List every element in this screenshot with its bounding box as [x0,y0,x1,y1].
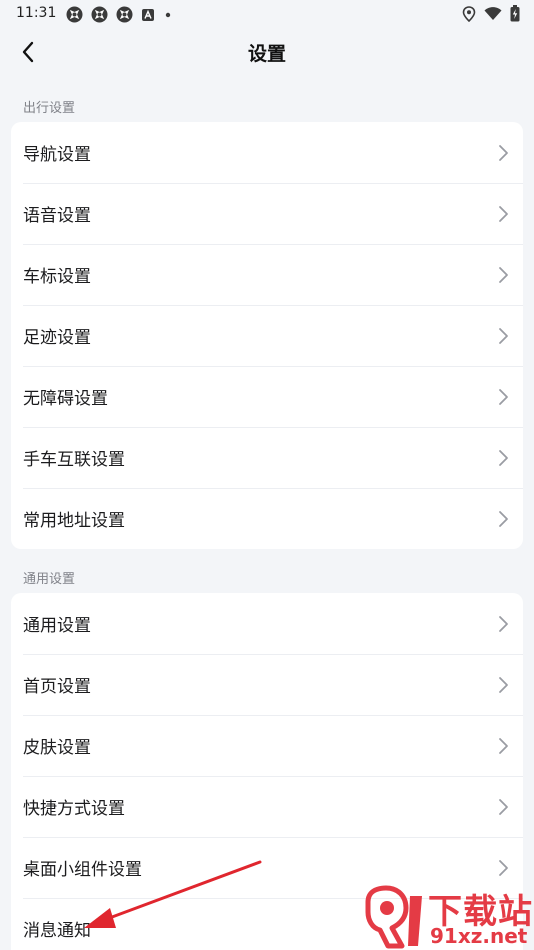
watermark: 下载站 91xz.net [362,884,534,950]
settings-row-phone-car-link[interactable]: 手车互联设置 [11,427,523,488]
chevron-right-icon [499,205,508,222]
row-label: 皮肤设置 [23,738,91,758]
settings-row-homepage[interactable]: 首页设置 [11,654,523,715]
settings-row-general[interactable]: 通用设置 [11,593,523,654]
app-notification-icon [66,6,83,23]
row-label: 无障碍设置 [23,389,108,409]
chevron-right-icon [499,510,508,527]
row-label: 首页设置 [23,677,91,697]
app-notification-icon [116,6,133,23]
settings-row-accessibility[interactable]: 无障碍设置 [11,366,523,427]
settings-row-shortcut[interactable]: 快捷方式设置 [11,776,523,837]
row-label: 手车互联设置 [23,450,125,470]
dot-icon [165,12,171,17]
chevron-right-icon [499,449,508,466]
settings-row-footprint[interactable]: 足迹设置 [11,305,523,366]
watermark-logo [365,885,422,949]
watermark-url: 91xz.net [430,924,528,948]
status-time: 11:31 [16,5,57,21]
location-icon [462,5,476,22]
row-label: 语音设置 [23,206,91,226]
settings-row-navigation[interactable]: 导航设置 [11,122,523,183]
row-label: 导航设置 [23,145,91,165]
chevron-right-icon [499,859,508,876]
section-label-travel: 出行设置 [23,101,76,116]
chevron-right-icon [499,388,508,405]
status-bar: 11:31 [0,0,534,28]
chevron-right-icon [499,266,508,283]
status-right-icons [462,5,520,22]
row-label: 通用设置 [23,616,91,636]
status-left-icons [66,6,173,23]
chevron-right-icon [499,798,508,815]
settings-row-voice[interactable]: 语音设置 [11,183,523,244]
chevron-right-icon [499,676,508,693]
keyboard-a-icon [142,8,154,21]
row-label: 消息通知 [23,921,91,941]
row-label: 车标设置 [23,267,91,287]
chevron-right-icon [499,144,508,161]
settings-row-skin[interactable]: 皮肤设置 [11,715,523,776]
chevron-right-icon [499,615,508,632]
page-title: 设置 [247,43,286,65]
settings-row-vehicle-icon[interactable]: 车标设置 [11,244,523,305]
row-label: 足迹设置 [23,328,91,348]
chevron-right-icon [499,737,508,754]
row-label: 快捷方式设置 [23,799,125,819]
header: 设置 [0,28,534,76]
section-label-general: 通用设置 [23,572,76,587]
settings-row-frequent-address[interactable]: 常用地址设置 [11,488,523,549]
row-label: 桌面小组件设置 [23,860,142,880]
app-notification-icon [91,6,108,23]
wifi-icon [484,7,502,20]
battery-charging-icon [510,5,520,22]
chevron-right-icon [499,327,508,344]
row-label: 常用地址设置 [23,511,125,531]
travel-settings-card: 导航设置 语音设置 车标设置 足迹设置 无障碍设置 手车互联设置 常用地址设置 [11,122,523,549]
